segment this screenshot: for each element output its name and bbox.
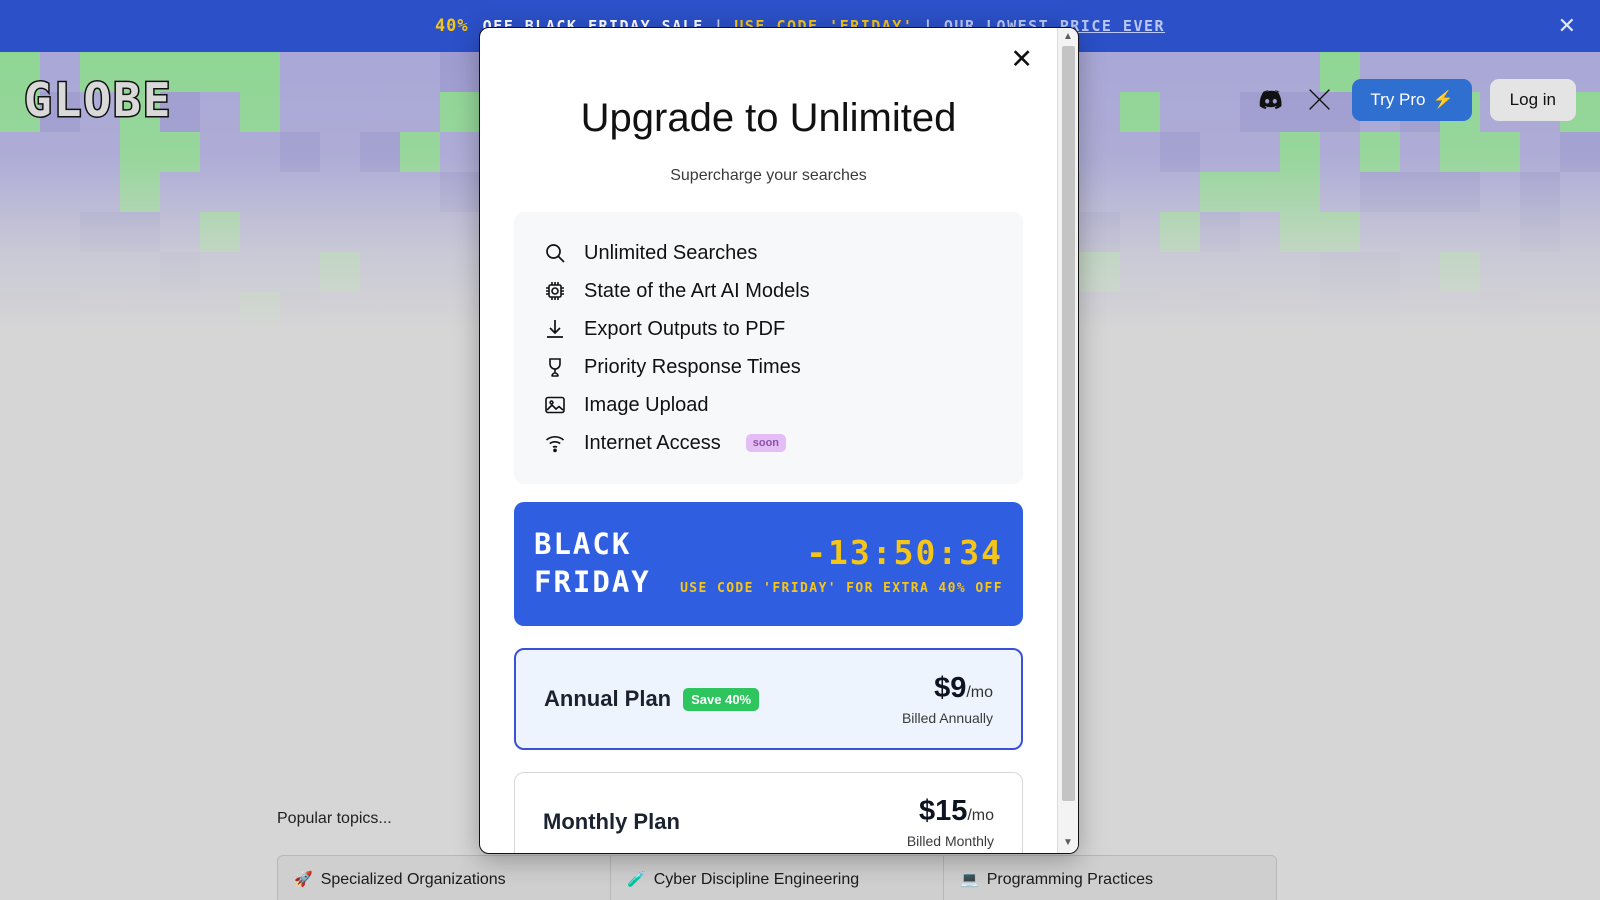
topic-card-label: Specialized Organizations [320,870,506,888]
monitor-icon: 💻 [960,871,979,888]
plan-price-group: $9/mo Billed Annually [902,672,993,726]
black-friday-line-1: BLACK [534,527,632,562]
plan-options: Annual Plan Save 40% $9/mo Billed Annually M… [514,648,1023,853]
promo-banner-close-icon[interactable]: ✕ [1558,15,1576,37]
feature-list: Unlimited Searches State of the Art AI Mo… [514,212,1023,484]
upgrade-modal: ✕ Upgrade to Unlimited Supercharge your … [479,27,1079,854]
image-icon [542,392,568,418]
feature-row: State of the Art AI Models [542,272,995,310]
plan-price-amount: $15 [918,795,968,827]
discord-icon[interactable] [1256,85,1286,115]
plan-name-group: Monthly Plan [543,809,680,835]
feature-row: Unlimited Searches [542,234,995,272]
plan-name: Annual Plan [544,686,672,711]
feature-row: Priority Response Times [542,348,995,386]
topic-card[interactable]: 🧪 Cyber Discipline Engineering [611,856,944,900]
popular-topics-grid: 🚀 Specialized Organizations 🧪 Cyber Discipl… [277,855,1277,900]
countdown-timer: -13:50:34 [806,532,1003,572]
plan-name-group: Annual Plan Save 40% [544,686,760,712]
search-icon [542,240,568,266]
black-friday-title: BLACK FRIDAY [534,526,651,601]
topic-card-label: Cyber Discipline Engineering [653,870,860,888]
scrollbar-thumb[interactable] [1061,46,1075,801]
wifi-icon [542,430,568,456]
plan-price-group: $15/mo Billed Monthly [907,795,994,849]
plan-option[interactable]: Annual Plan Save 40% $9/mo Billed Annually [514,648,1023,750]
scroll-down-arrow-icon[interactable]: ▼ [1063,834,1073,851]
feature-label: Internet Access [584,431,721,454]
flask-icon: 🧪 [627,871,646,888]
header-actions: Try Pro ⚡ Log in [1256,78,1576,121]
modal-subtitle: Supercharge your searches [670,167,867,184]
soon-badge: soon [745,434,787,452]
trophy-icon [542,354,568,380]
black-friday-banner: BLACK FRIDAY -13:50:34 USE CODE 'FRIDAY'… [514,502,1023,626]
x-twitter-icon[interactable] [1304,85,1334,115]
plan-billing-note: Billed Monthly [906,833,994,849]
modal-close-icon[interactable]: ✕ [1010,46,1033,73]
save-badge: Save 40% [683,687,760,711]
modal-scrollbar[interactable]: ▲ ▼ [1057,28,1078,853]
feature-row: Export Outputs to PDF [542,310,995,348]
plan-price: $15/mo [907,795,994,828]
plan-billing-note: Billed Annually [901,710,993,726]
feature-row: Internet Access soon [542,424,995,462]
feature-label: Export Outputs to PDF [584,317,786,340]
rocket-icon: 🚀 [294,871,313,888]
feature-label: Unlimited Searches [584,241,758,264]
plan-price-period: /mo [967,807,994,824]
promo-code-line: USE CODE 'FRIDAY' FOR EXTRA 40% OFF [680,580,1003,596]
feature-row: Image Upload [542,386,995,424]
feature-label: State of the Art AI Models [584,279,810,302]
scroll-up-arrow-icon[interactable]: ▲ [1063,28,1073,45]
try-pro-button[interactable]: Try Pro ⚡ [1352,78,1472,121]
promo-discount: 40% [434,16,469,36]
plan-price-amount: $9 [934,672,967,704]
modal-content: ✕ Upgrade to Unlimited Supercharge your … [480,28,1057,853]
app-root: 40% OFF BLACK FRIDAY SALE | USE CODE 'FRIDA… [0,0,1600,900]
plan-option[interactable]: Monthly Plan $15/mo Billed Monthly [514,772,1023,853]
feature-label: Priority Response Times [584,355,801,378]
black-friday-line-2: FRIDAY [534,565,651,599]
lightning-bolt-icon: ⚡ [1432,89,1454,109]
chip-icon [542,278,568,304]
site-logo[interactable]: GLOBE [22,71,172,128]
black-friday-offer: -13:50:34 USE CODE 'FRIDAY' FOR EXTRA 40… [680,533,1003,596]
plan-name: Monthly Plan [543,809,680,834]
topic-card-label: Programming Practices [986,870,1153,888]
topic-card[interactable]: 🚀 Specialized Organizations [278,856,611,900]
topic-card[interactable]: 💻 Programming Practices [944,856,1276,900]
try-pro-label: Try Pro [1370,89,1426,109]
plan-price: $9/mo [902,672,993,705]
feature-label: Image Upload [584,393,709,416]
download-icon [542,316,568,342]
modal-title: Upgrade to Unlimited [580,96,957,140]
popular-topics-label: Popular topics... [277,810,392,827]
log-in-button[interactable]: Log in [1489,78,1576,121]
plan-price-period: /mo [966,684,993,701]
